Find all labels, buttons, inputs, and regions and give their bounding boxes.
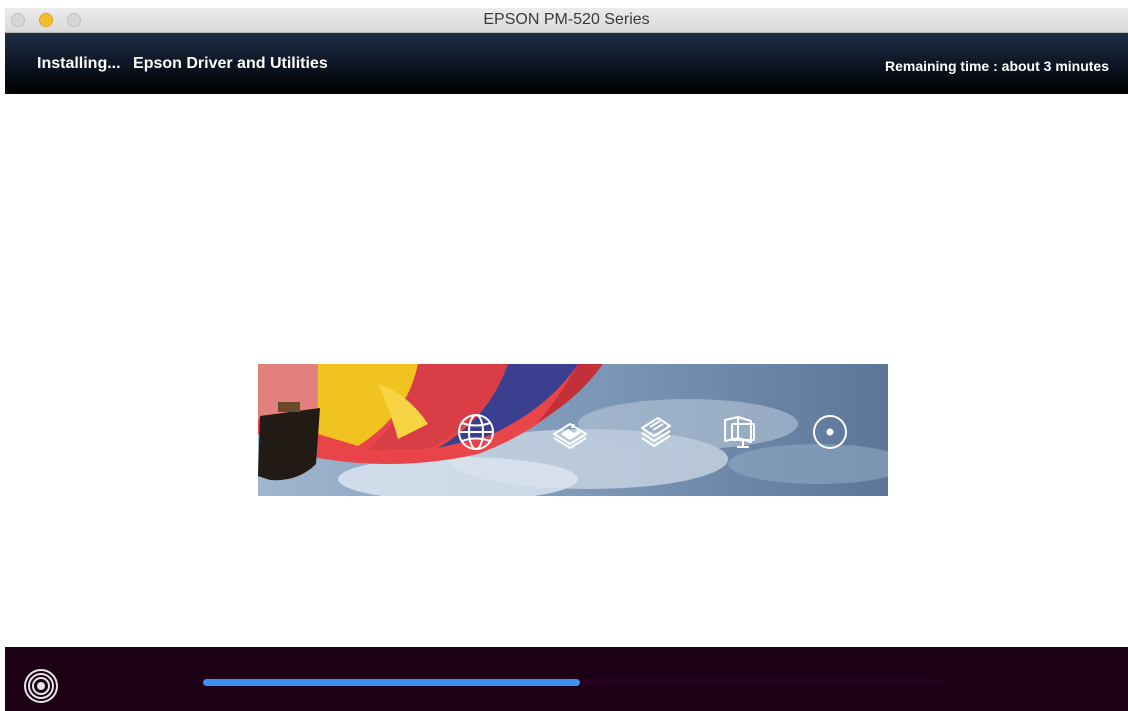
- install-progress-fill: [203, 679, 581, 686]
- disc-icon: [813, 415, 847, 449]
- install-progress-bar: [203, 679, 943, 686]
- promo-banner: [258, 364, 888, 496]
- documents-icon: [641, 417, 671, 447]
- monitor-manual-icon: [724, 416, 755, 448]
- install-status: Installing... Epson Driver and Utilities: [37, 55, 328, 73]
- concentric-rings-icon: [24, 669, 58, 703]
- photo-icon: [553, 423, 587, 449]
- install-status-item: Epson Driver and Utilities: [133, 55, 328, 72]
- installer-header: Installing... Epson Driver and Utilities…: [5, 33, 1128, 94]
- window-titlebar: EPSON PM-520 Series: [5, 8, 1128, 33]
- installer-footer: [5, 647, 1128, 711]
- window-title: EPSON PM-520 Series: [483, 11, 650, 28]
- globe-icon: [458, 414, 494, 450]
- remaining-time: Remaining time : about 3 minutes: [884, 58, 1109, 74]
- install-status-prefix: Installing...: [37, 55, 121, 72]
